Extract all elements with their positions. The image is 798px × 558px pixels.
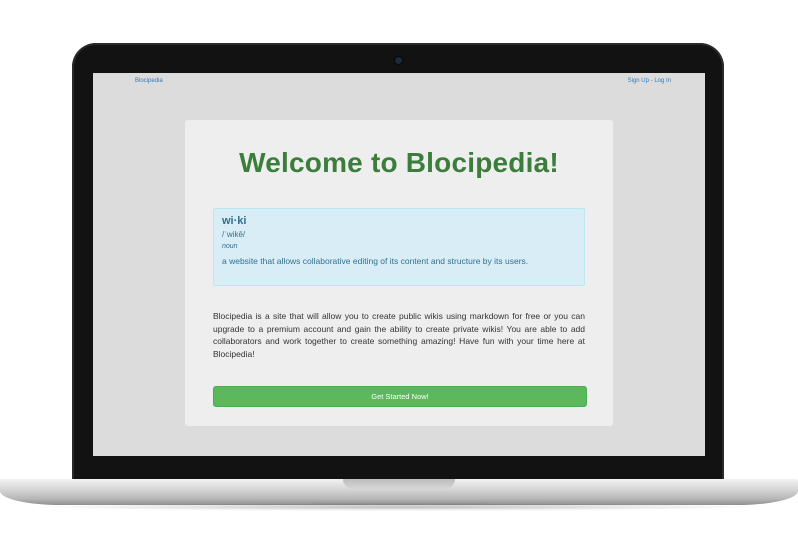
auth-links: Sign Up - Log In — [628, 78, 671, 84]
intro-paragraph: Blocipedia is a site that will allow you… — [213, 311, 585, 359]
wiki-definition-box: wi·ki /ˈwikē/ noun a website that allows… — [213, 208, 585, 286]
brand-link[interactable]: Blocipedia — [135, 78, 163, 84]
welcome-panel: Welcome to Blocipedia! wi·ki /ˈwikē/ nou… — [185, 120, 613, 426]
laptop-notch — [343, 479, 455, 489]
definition-part-of-speech: noun — [222, 243, 238, 250]
definition-meaning: a website that allows collaborative edit… — [222, 256, 529, 266]
sign-up-link[interactable]: Sign Up — [628, 78, 649, 84]
definition-pronunciation: /ˈwikē/ — [222, 230, 246, 239]
camera-icon — [395, 57, 402, 64]
log-in-link[interactable]: Log In — [654, 78, 671, 84]
page-title: Welcome to Blocipedia! — [239, 147, 559, 178]
definition-word: wi·ki — [222, 215, 247, 227]
laptop-mockup: Blocipedia Sign Up - Log In Welcome to B… — [0, 0, 798, 558]
browser-viewport: Blocipedia Sign Up - Log In Welcome to B… — [93, 73, 705, 456]
get-started-button[interactable]: Get Started Now! — [213, 386, 587, 407]
laptop-shadow — [30, 503, 768, 511]
auth-separator: - — [650, 78, 653, 84]
